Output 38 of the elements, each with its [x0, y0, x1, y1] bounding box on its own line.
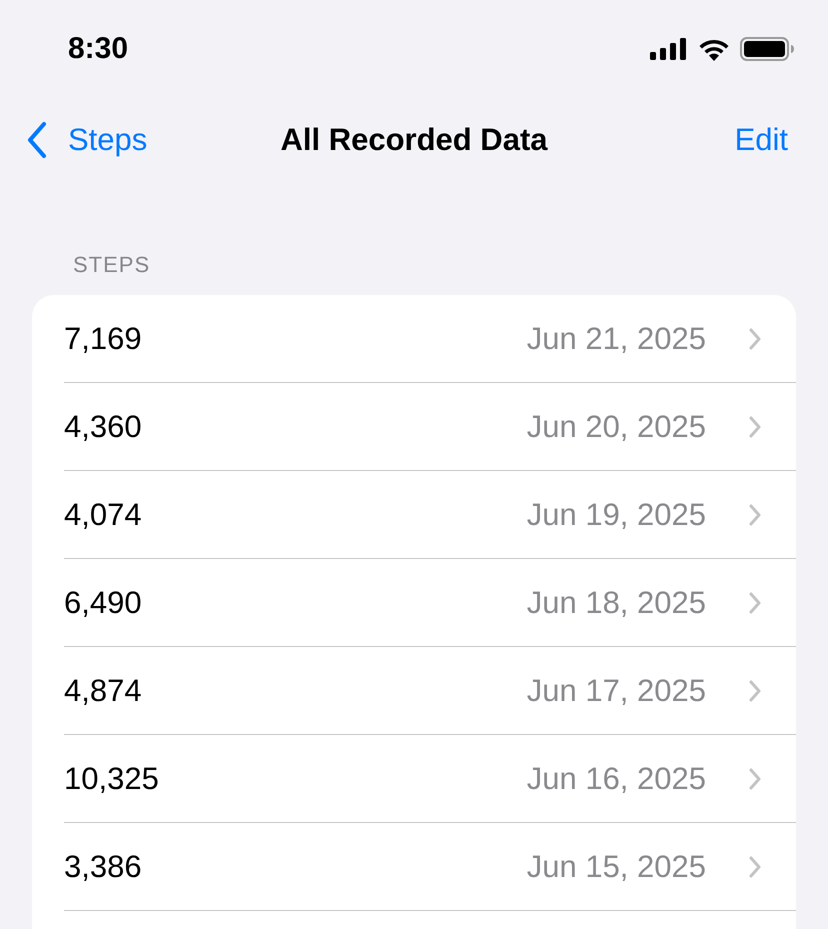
- step-count: 4,360: [64, 408, 143, 444]
- nav-title: All Recorded Data: [280, 122, 548, 158]
- step-count: 4,874: [64, 672, 143, 708]
- chevron-icon: [748, 328, 762, 350]
- data-row[interactable]: 4,074 Jun 19, 2025: [64, 471, 796, 559]
- data-row[interactable]: 10,325 Jun 16, 2025: [64, 735, 796, 823]
- data-row[interactable]: 3,386 Jun 15, 2025: [64, 823, 796, 911]
- data-row[interactable]: 4,360 Jun 20, 2025: [64, 383, 796, 471]
- chevron-icon: [748, 416, 762, 438]
- section-header: STEPS: [72, 251, 152, 279]
- row-date: Jun 21, 2025: [526, 320, 706, 356]
- step-count: 10,325: [64, 760, 160, 796]
- data-row[interactable]: 6,490 Jun 18, 2025: [64, 559, 796, 647]
- chevron-icon: [748, 504, 762, 526]
- step-count: 7,169: [64, 320, 143, 356]
- chevron-icon: [748, 856, 762, 878]
- back-chevron-icon: [26, 121, 48, 159]
- back-label[interactable]: Steps: [68, 122, 148, 158]
- row-date: Jun 18, 2025: [526, 584, 706, 620]
- row-date: Jun 16, 2025: [526, 760, 706, 796]
- step-count: 4,074: [64, 496, 143, 532]
- status-time: 8:30: [68, 32, 128, 66]
- wifi-icon: [698, 38, 730, 60]
- row-date: Jun 15, 2025: [526, 848, 706, 884]
- back-button[interactable]: Steps: [26, 121, 148, 159]
- row-date: Jun 19, 2025: [526, 496, 706, 532]
- step-count: 3,386: [64, 848, 143, 884]
- chevron-icon: [748, 592, 762, 614]
- chevron-icon: [748, 680, 762, 702]
- signal-icon: [650, 38, 688, 60]
- row-date: Jun 20, 2025: [526, 408, 706, 444]
- data-row[interactable]: 7,169 Jun 21, 2025: [64, 295, 796, 383]
- data-row[interactable]: 4,874 Jun 17, 2025: [64, 647, 796, 735]
- edit-button[interactable]: Edit: [734, 122, 788, 158]
- chevron-icon: [748, 768, 762, 790]
- step-count: 6,490: [64, 584, 143, 620]
- row-date: Jun 17, 2025: [526, 672, 706, 708]
- battery-icon: [740, 37, 794, 61]
